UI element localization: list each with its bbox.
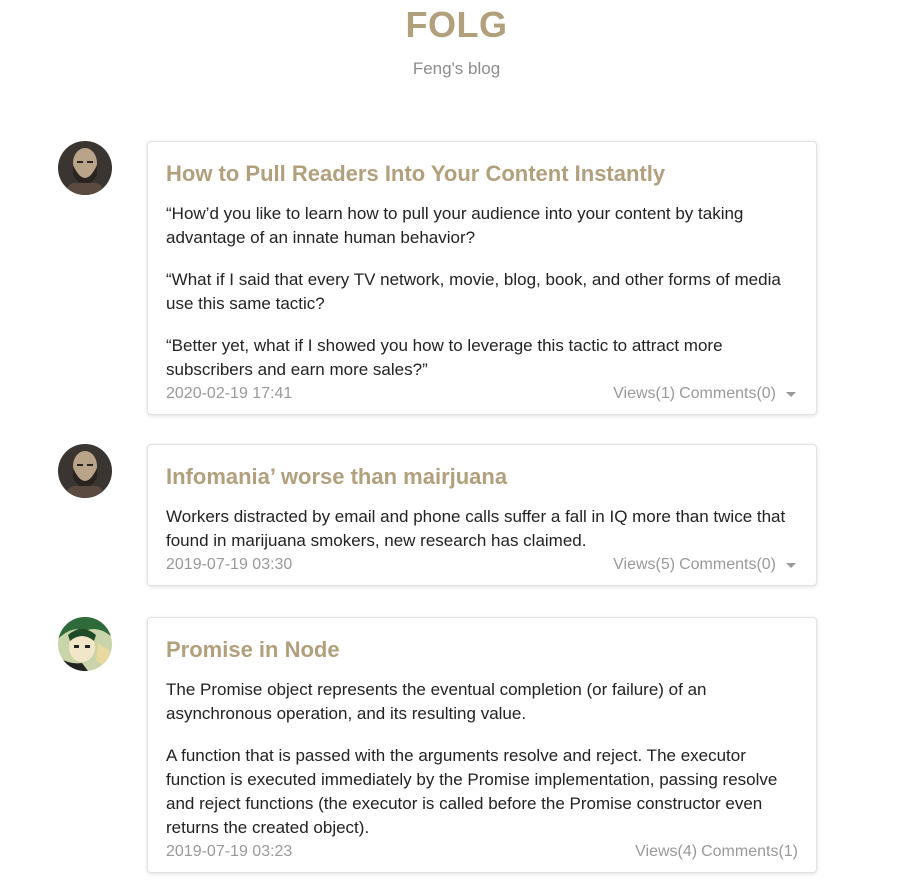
site-header: FOLG Feng's blog xyxy=(0,0,913,79)
views-count[interactable]: Views(5) xyxy=(613,555,675,575)
chevron-down-icon[interactable] xyxy=(786,391,796,397)
comments-count[interactable]: Comments(1) xyxy=(701,842,798,862)
author-avatar[interactable] xyxy=(58,141,112,195)
post-stats: Views(5) Comments(0) xyxy=(613,555,798,575)
site-title[interactable]: FOLG xyxy=(0,3,913,47)
post-excerpt: A function that is passed with the argum… xyxy=(166,746,778,837)
post-title[interactable]: Promise in Node xyxy=(166,636,798,664)
post-stats: Views(1) Comments(0) xyxy=(613,384,798,404)
author-avatar[interactable] xyxy=(58,444,112,498)
post-excerpt: “How’d you like to learn how to pull you… xyxy=(166,204,744,247)
comments-count[interactable]: Comments(0) xyxy=(679,384,776,404)
chevron-down-icon[interactable] xyxy=(786,562,796,568)
post-stats: Views(4) Comments(1) xyxy=(635,842,798,862)
views-count[interactable]: Views(1) xyxy=(613,384,675,404)
post-excerpt: The Promise object represents the eventu… xyxy=(166,680,707,723)
green-hair-avatar-icon xyxy=(58,617,112,671)
comments-count[interactable]: Comments(0) xyxy=(679,555,776,575)
post-excerpt: “Better yet, what if I showed you how to… xyxy=(166,336,723,379)
post-excerpt: Workers distracted by email and phone ca… xyxy=(166,507,786,550)
bald-man-avatar-icon xyxy=(58,141,112,195)
post-meta: 2020-02-19 17:41 Views(1) Comments(0) xyxy=(166,384,798,404)
post-meta: 2019-07-19 03:23 Views(4) Comments(1) xyxy=(166,842,798,862)
site-subtitle: Feng's blog xyxy=(412,59,501,78)
post-date: 2019-07-19 03:23 xyxy=(166,843,293,860)
post-title[interactable]: Infomania’ worse than mairjuana xyxy=(166,463,798,491)
post-date: 2020-02-19 17:41 xyxy=(166,385,293,402)
post-card: Infomania’ worse than mairjuana Workers … xyxy=(147,444,817,586)
bald-man-avatar-icon xyxy=(58,444,112,498)
views-count[interactable]: Views(4) xyxy=(635,842,697,862)
post-card: How to Pull Readers Into Your Content In… xyxy=(147,141,817,415)
post-meta: 2019-07-19 03:30 Views(5) Comments(0) xyxy=(166,555,798,575)
post-card: Promise in Node The Promise object repre… xyxy=(147,617,817,873)
post-excerpt: “What if I said that every TV network, m… xyxy=(166,270,781,313)
post-date: 2019-07-19 03:30 xyxy=(166,556,293,573)
post-title[interactable]: How to Pull Readers Into Your Content In… xyxy=(166,160,798,188)
author-avatar[interactable] xyxy=(58,617,112,671)
